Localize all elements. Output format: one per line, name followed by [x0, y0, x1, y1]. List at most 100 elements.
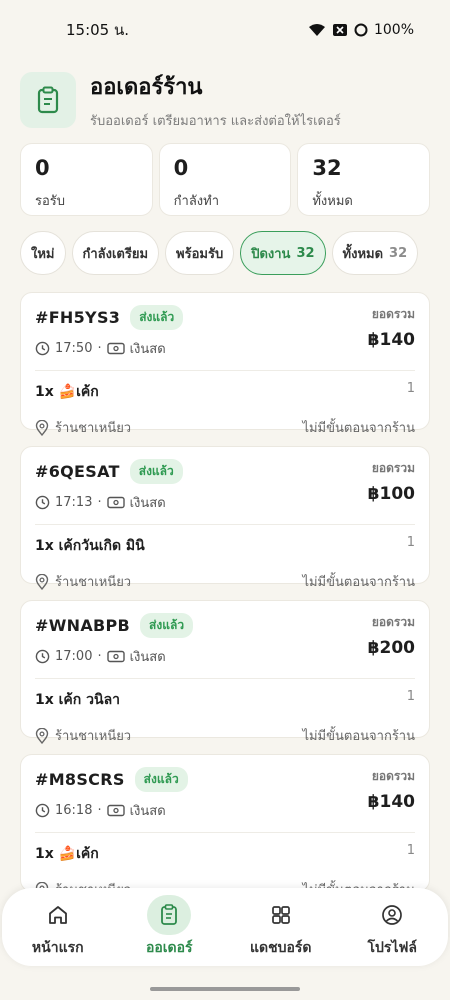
- total-label: ยอดรวม: [371, 769, 415, 783]
- pickup-note: ไม่มีขั้นตอนจากร้าน: [302, 729, 415, 744]
- order-total: ฿100: [367, 484, 415, 504]
- stat-label: กำลังทำ: [173, 194, 220, 209]
- divider: [35, 832, 415, 833]
- home-icon: [36, 895, 80, 935]
- status-bar: 15:05 น. 100%: [0, 0, 450, 60]
- tab-all[interactable]: ทั้งหมด 32: [331, 231, 419, 275]
- cash-icon: [106, 496, 125, 509]
- payment-method: เงินสด: [129, 650, 166, 665]
- total-label: ยอดรวม: [371, 307, 415, 321]
- divider: [35, 524, 415, 525]
- order-card[interactable]: #FH5YS3 ส่งแล้ว 17:50 · เงินสด ยอดรวม ฿1…: [20, 292, 430, 436]
- meta-separator: ·: [97, 649, 102, 664]
- shop-name: ร้านชาเหนียว: [55, 421, 132, 436]
- dashboard-icon: [259, 895, 303, 935]
- stat-value: 0: [173, 156, 189, 180]
- tab-label: ปิดงาน: [251, 246, 291, 262]
- stat-value: 32: [312, 156, 342, 180]
- total-label: ยอดรวม: [371, 461, 415, 475]
- tab-count: 32: [296, 245, 315, 261]
- tab-label: กำลังเตรียม: [82, 246, 149, 262]
- nav-profile[interactable]: โปรไฟล์: [342, 895, 442, 959]
- order-total: ฿200: [367, 638, 415, 658]
- divider: [35, 678, 415, 679]
- item-quantity: 1: [406, 689, 415, 704]
- profile-icon: [370, 895, 414, 935]
- home-indicator[interactable]: [150, 987, 300, 991]
- clock-icon: [35, 495, 50, 510]
- clipboard-icon: [147, 895, 192, 935]
- meta-separator: ·: [97, 495, 102, 510]
- total-label: ยอดรวม: [371, 615, 415, 629]
- payment-method: เงินสด: [129, 804, 166, 819]
- status-filter-tabs: ใหม่ กำลังเตรียม พร้อมรับ ปิดงาน 32 ทั้ง…: [20, 231, 430, 277]
- clock-icon: [35, 649, 50, 664]
- nav-dashboard[interactable]: แดชบอร์ด: [231, 895, 331, 959]
- payment-method: เงินสด: [129, 342, 166, 357]
- location-pin-icon: [35, 573, 49, 590]
- pickup-note: ไม่มีขั้นตอนจากร้าน: [302, 575, 415, 590]
- cash-icon: [106, 804, 125, 817]
- clock-icon: [35, 803, 50, 818]
- order-time: 17:00: [55, 649, 93, 664]
- order-time: 16:18: [55, 803, 93, 818]
- stat-card-in-progress: 0 กำลังทำ: [158, 143, 292, 216]
- shop-name: ร้านชาเหนียว: [55, 729, 132, 744]
- status-icons: 100%: [308, 22, 414, 38]
- page-title: ออเดอร์ร้าน: [90, 75, 203, 100]
- location-pin-icon: [35, 727, 49, 744]
- order-id: #FH5YS3: [35, 308, 121, 327]
- stat-label: รอรับ: [35, 194, 66, 209]
- order-card[interactable]: #M8SCRS ส่งแล้ว 16:18 · เงินสด ยอดรวม ฿1…: [20, 754, 430, 898]
- order-card[interactable]: #WNABPB ส่งแล้ว 17:00 · เงินสด ยอดรวม ฿2…: [20, 600, 430, 744]
- order-id: #WNABPB: [35, 616, 131, 635]
- order-list: #FH5YS3 ส่งแล้ว 17:50 · เงินสด ยอดรวม ฿1…: [20, 292, 430, 908]
- order-item: 1x เค้ก วนิลา: [35, 692, 121, 708]
- stat-card-total: 32 ทั้งหมด: [297, 143, 431, 216]
- tab-label: ทั้งหมด: [342, 246, 384, 262]
- tab-closed[interactable]: ปิดงาน 32: [240, 231, 326, 275]
- order-item: 1x เค้กวันเกิด มินิ: [35, 538, 145, 554]
- tab-count: 32: [389, 245, 408, 261]
- meta-separator: ·: [97, 341, 102, 356]
- nav-orders[interactable]: ออเดอร์: [119, 895, 219, 959]
- nav-label: หน้าแรก: [31, 940, 84, 956]
- tab-preparing[interactable]: กำลังเตรียม: [71, 231, 160, 275]
- nav-label: โปรไฟล์: [367, 940, 417, 956]
- order-total: ฿140: [367, 792, 415, 812]
- nav-label: ออเดอร์: [145, 940, 193, 956]
- tab-ready[interactable]: พร้อมรับ: [165, 231, 235, 275]
- status-badge: ส่งแล้ว: [130, 305, 184, 330]
- location-pin-icon: [35, 419, 49, 436]
- item-quantity: 1: [406, 381, 415, 396]
- battery-level: 100%: [373, 22, 414, 38]
- tab-new[interactable]: ใหม่: [20, 231, 66, 275]
- nav-home[interactable]: หน้าแรก: [8, 895, 108, 959]
- order-item: 1x 🍰เค้ก: [35, 846, 99, 862]
- clock-icon: [35, 341, 50, 356]
- tab-label: ใหม่: [31, 246, 55, 262]
- status-badge: ส่งแล้ว: [134, 767, 188, 792]
- shop-name: ร้านชาเหนียว: [55, 575, 132, 590]
- item-quantity: 1: [406, 535, 415, 550]
- order-id: #M8SCRS: [35, 770, 125, 789]
- cash-icon: [106, 650, 125, 663]
- payment-method: เงินสด: [129, 496, 166, 511]
- order-time: 17:13: [55, 495, 93, 510]
- wifi-icon: [308, 24, 325, 36]
- order-item: 1x 🍰เค้ก: [35, 384, 99, 400]
- item-quantity: 1: [406, 843, 415, 858]
- sim-icon: [332, 24, 347, 36]
- status-time: 15:05 น.: [66, 21, 130, 39]
- pickup-note: ไม่มีขั้นตอนจากร้าน: [302, 421, 415, 436]
- tab-label: พร้อมรับ: [176, 246, 224, 262]
- order-card[interactable]: #6QESAT ส่งแล้ว 17:13 · เงินสด ยอดรวม ฿1…: [20, 446, 430, 590]
- cash-icon: [106, 342, 125, 355]
- stats-row: 0 รอรับ 0 กำลังทำ 32 ทั้งหมด: [20, 143, 431, 216]
- status-badge: ส่งแล้ว: [129, 459, 183, 484]
- clipboard-icon: [20, 72, 76, 128]
- stat-label: ทั้งหมด: [312, 194, 353, 209]
- battery-icon: [354, 23, 368, 37]
- order-time: 17:50: [55, 341, 93, 356]
- stat-card-pending: 0 รอรับ: [20, 143, 153, 216]
